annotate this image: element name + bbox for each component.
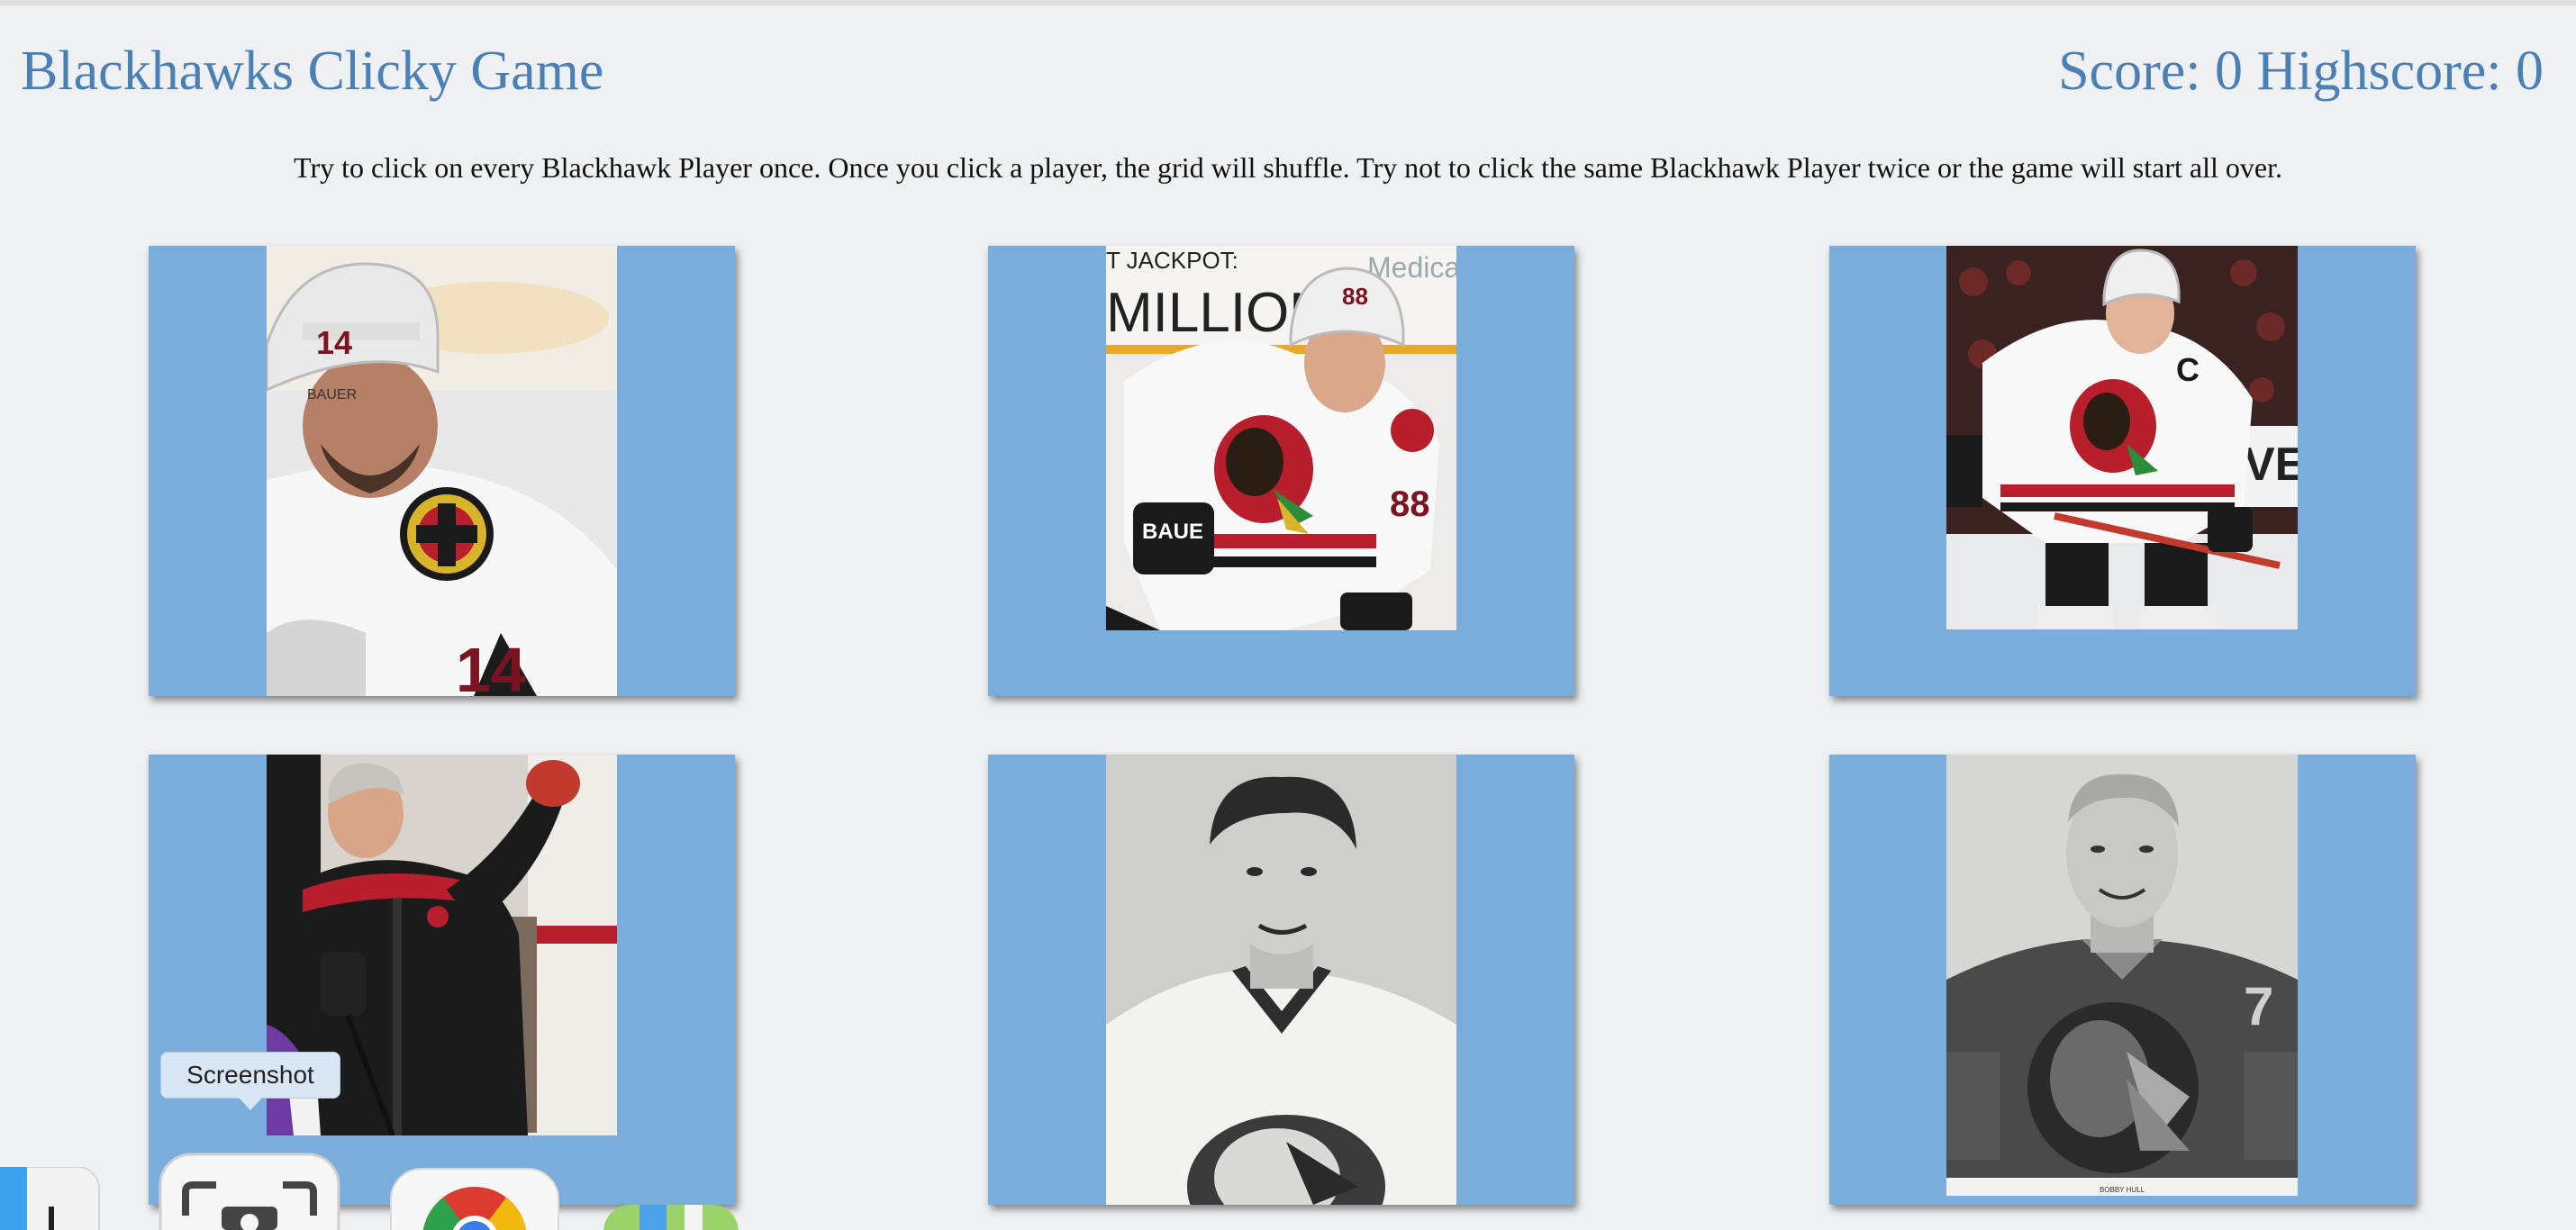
player-card-4[interactable]	[149, 755, 735, 1205]
player-photo-5	[1106, 755, 1456, 1205]
svg-text:VE: VE	[2244, 439, 2298, 491]
player-photo-3: VE C	[1946, 246, 2298, 629]
svg-text:14: 14	[456, 635, 526, 696]
player-photo-6: 7 BOBBY HULL	[1946, 755, 2298, 1196]
screenshot-icon[interactable]	[159, 1153, 340, 1230]
svg-text:88: 88	[1390, 484, 1430, 524]
dock-tooltip: Screenshot	[160, 1052, 340, 1110]
svg-text:14: 14	[316, 324, 352, 361]
svg-text:7: 7	[2244, 976, 2273, 1036]
finder-icon[interactable]	[0, 1167, 108, 1230]
player-photo-2: T JACKPOT: MILLION Medical 88 BAUE 88	[1106, 246, 1456, 630]
svg-text:BAUE: BAUE	[1142, 520, 1203, 544]
svg-text:88: 88	[1342, 283, 1368, 310]
svg-text:C: C	[2176, 351, 2200, 388]
player-card-3[interactable]: VE C	[1829, 246, 2416, 696]
page-title: Blackhawks Clicky Game	[21, 41, 604, 102]
player-card-5[interactable]	[988, 755, 1574, 1205]
chrome-icon[interactable]	[389, 1167, 560, 1230]
player-card-6[interactable]: 7 BOBBY HULL	[1829, 755, 2416, 1205]
player-card-1[interactable]: 14 14 BAUER	[149, 246, 735, 696]
score-display: Score: 0 Highscore: 0	[2058, 41, 2544, 102]
photo-caption: BOBBY HULL	[2099, 1186, 2145, 1194]
header: Blackhawks Clicky Game Score: 0 Highscor…	[0, 5, 2576, 140]
player-card-2[interactable]: T JACKPOT: MILLION Medical 88 BAUE 88	[988, 246, 1574, 696]
svg-text:BAUER: BAUER	[307, 387, 357, 402]
maps-icon[interactable]	[603, 1205, 739, 1230]
player-photo-1: 14 14 BAUER	[267, 246, 617, 696]
instructions-text: Try to click on every Blackhawk Player o…	[294, 151, 2282, 184]
svg-text:T JACKPOT:: T JACKPOT:	[1106, 247, 1238, 274]
